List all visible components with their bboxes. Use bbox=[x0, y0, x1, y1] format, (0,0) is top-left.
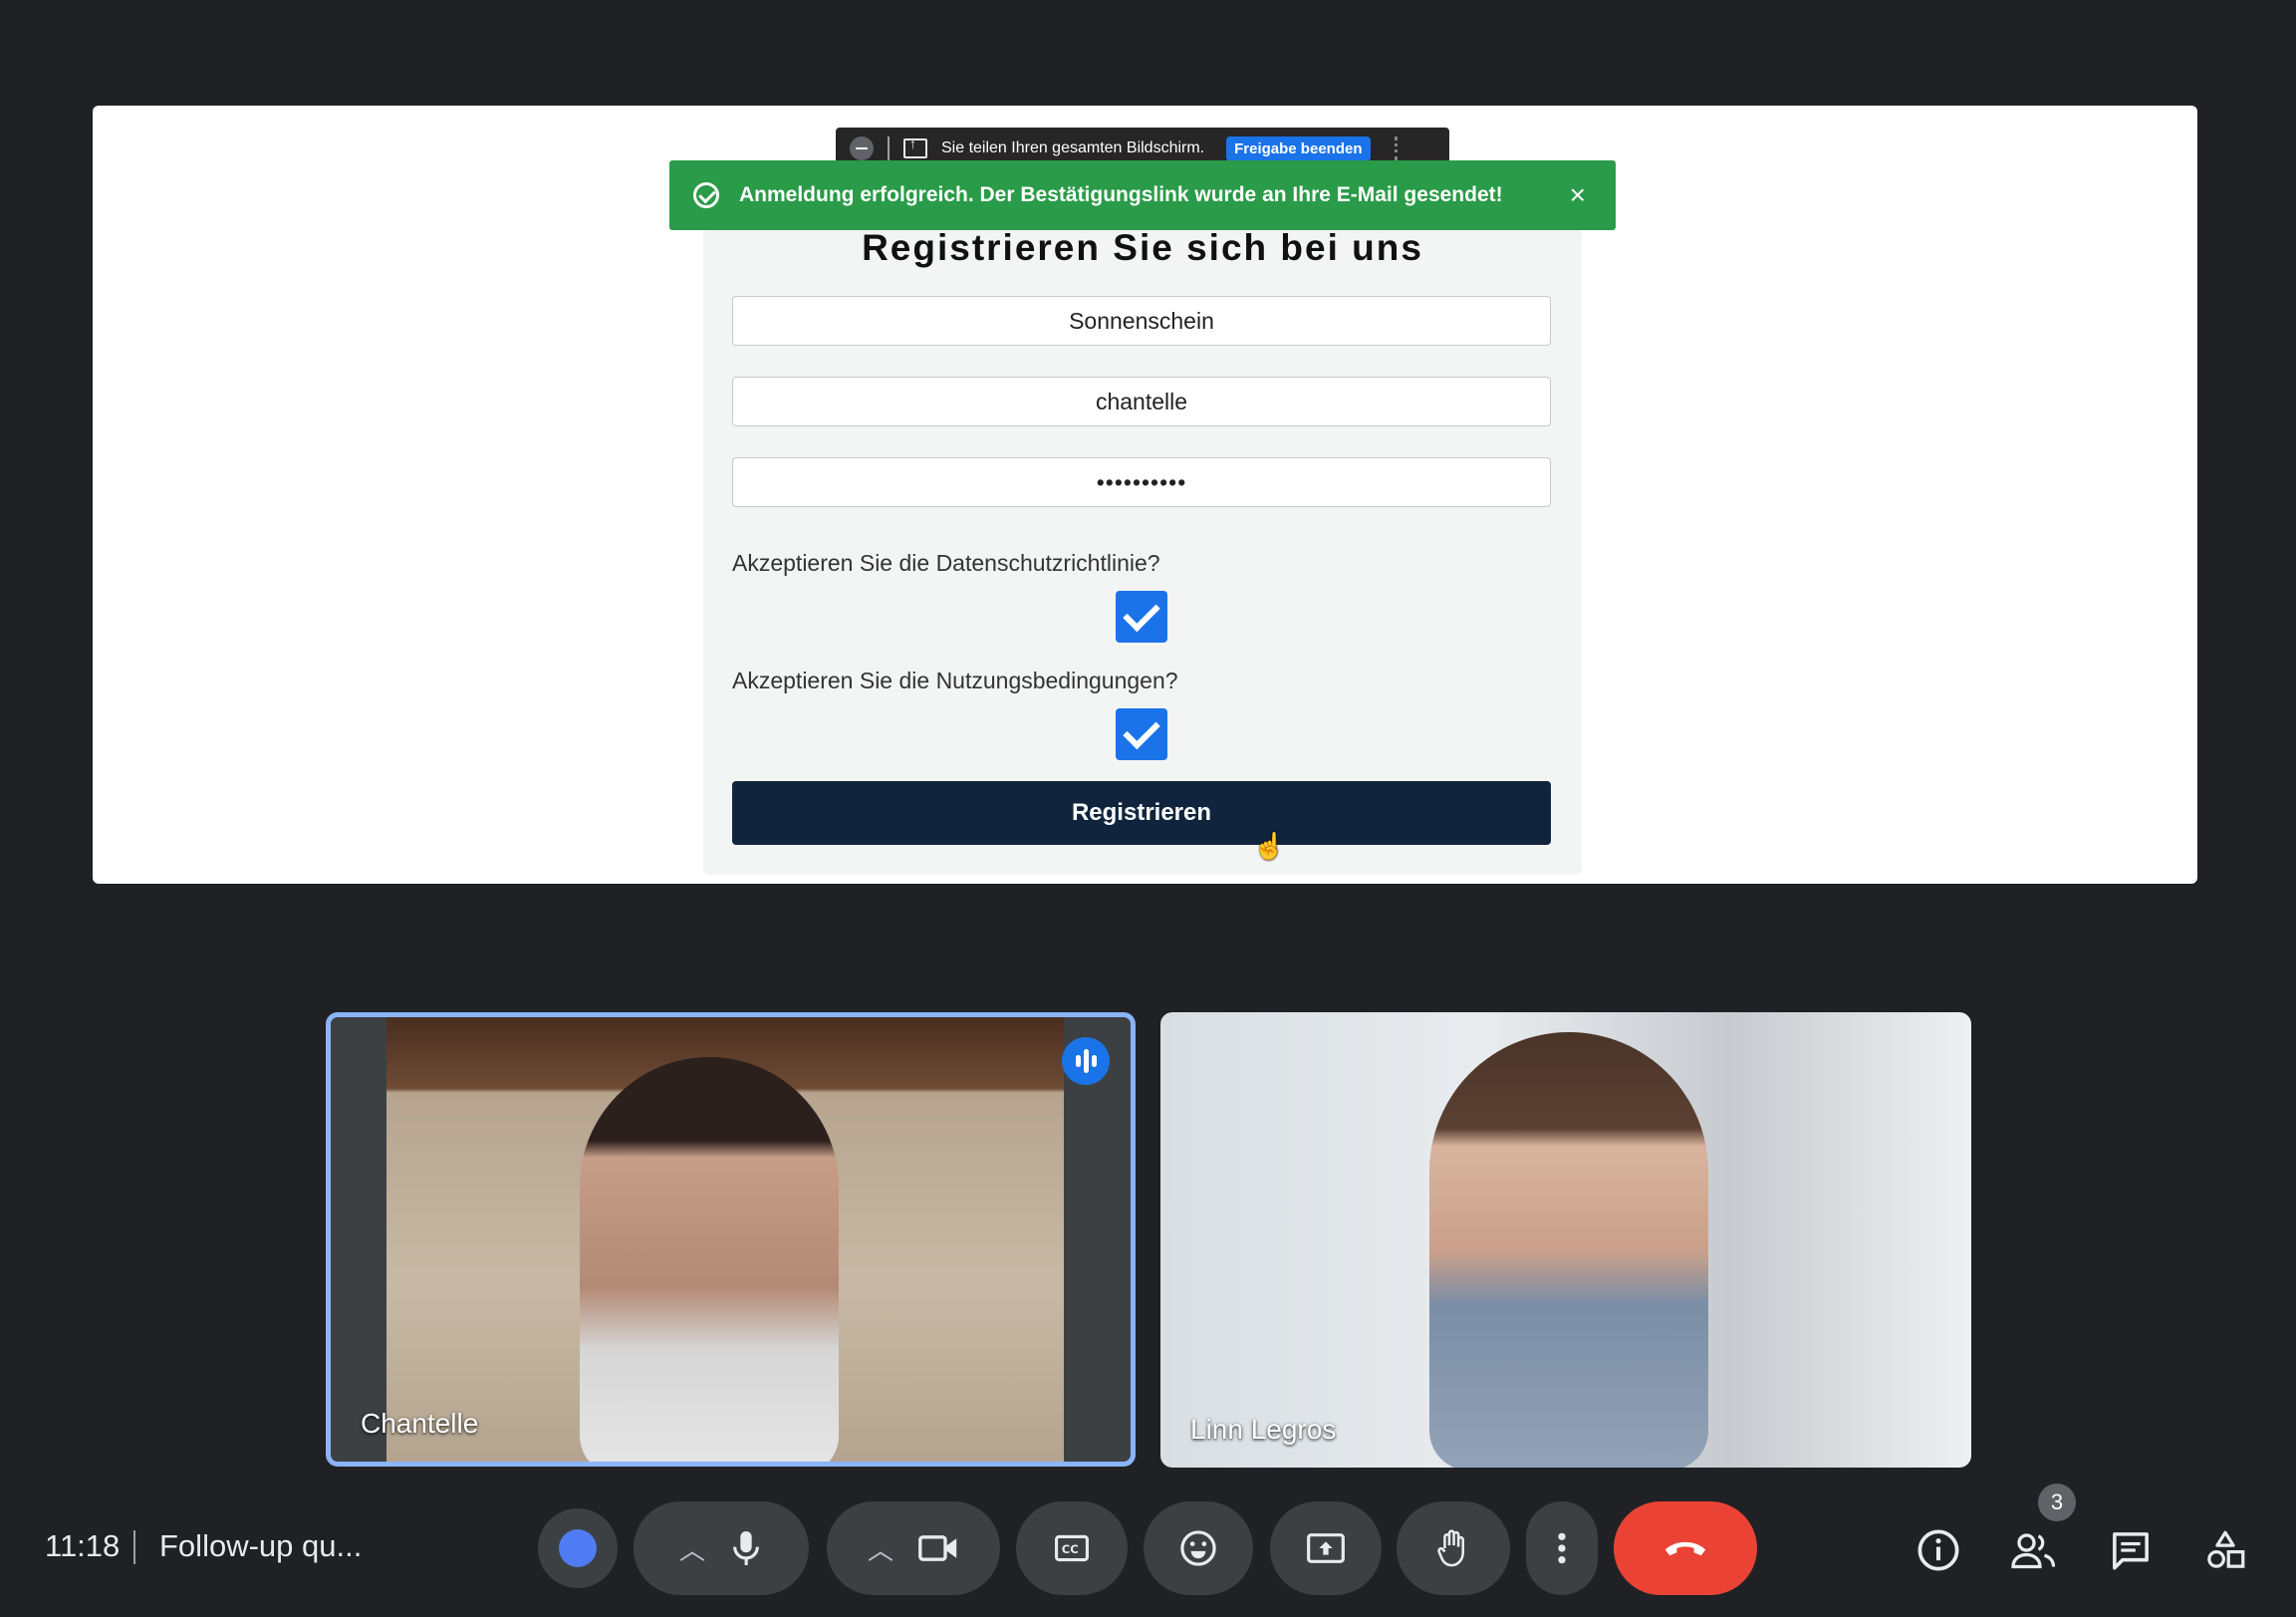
drag-handle-icon[interactable] bbox=[1394, 136, 1401, 160]
hang-up-icon bbox=[1664, 1541, 1706, 1556]
username-input[interactable]: chantelle bbox=[732, 377, 1551, 426]
leave-call-button[interactable] bbox=[1614, 1501, 1757, 1595]
check-circle-icon bbox=[693, 182, 719, 208]
success-toast: Anmeldung erfolgreich. Der Bestätigungsl… bbox=[669, 160, 1616, 230]
more-vert-icon bbox=[1558, 1532, 1566, 1564]
privacy-checkbox[interactable] bbox=[1116, 591, 1167, 643]
info-icon bbox=[1917, 1529, 1959, 1571]
microphone-button[interactable]: ︿ bbox=[634, 1501, 809, 1595]
raise-hand-button[interactable] bbox=[1397, 1501, 1510, 1595]
terms-question: Akzeptieren Sie die Nutzungsbedingungen? bbox=[732, 668, 1178, 693]
present-screen-icon bbox=[1307, 1533, 1345, 1563]
captions-button[interactable]: CC bbox=[1016, 1501, 1128, 1595]
minimize-icon[interactable] bbox=[850, 136, 874, 160]
closed-captions-icon: CC bbox=[1055, 1534, 1089, 1562]
divider bbox=[888, 136, 890, 160]
hand-icon bbox=[1437, 1529, 1464, 1567]
close-icon[interactable]: × bbox=[1570, 179, 1586, 211]
reactions-button[interactable] bbox=[538, 1508, 618, 1588]
svg-text:CC: CC bbox=[1062, 1542, 1079, 1556]
divider bbox=[133, 1530, 135, 1564]
privacy-question: Akzeptieren Sie die Datenschutzrichtlini… bbox=[732, 550, 1160, 576]
terms-checkbox[interactable] bbox=[1116, 708, 1167, 760]
participant-figure bbox=[1429, 1032, 1708, 1468]
register-button[interactable]: Registrieren bbox=[732, 781, 1551, 845]
meeting-details-button[interactable] bbox=[1911, 1522, 1966, 1578]
chat-button[interactable] bbox=[2103, 1522, 2159, 1578]
stop-sharing-button[interactable]: Freigabe beenden bbox=[1226, 135, 1371, 161]
microphone-icon bbox=[733, 1531, 759, 1565]
present-now-button[interactable] bbox=[1270, 1501, 1382, 1595]
activities-button[interactable] bbox=[2197, 1522, 2253, 1578]
chevron-up-icon[interactable]: ︿ bbox=[679, 1530, 705, 1567]
participant-name: Chantelle bbox=[361, 1408, 479, 1439]
participant-tile-chantelle[interactable]: Chantelle bbox=[326, 1012, 1136, 1467]
first-name-input[interactable]: Sonnenschein bbox=[732, 296, 1551, 346]
password-input[interactable]: •••••••••• bbox=[732, 457, 1551, 507]
speaking-indicator-icon bbox=[1062, 1037, 1110, 1085]
form-title: Registrieren Sie sich bei uns bbox=[862, 227, 1423, 268]
people-button[interactable] bbox=[2006, 1522, 2062, 1578]
participant-name: Linn Legros bbox=[1190, 1414, 1337, 1445]
participant-count-badge: 3 bbox=[2038, 1483, 2076, 1521]
toast-message: Anmeldung erfolgreich. Der Bestätigungsl… bbox=[739, 183, 1503, 206]
clock: 11:18 bbox=[45, 1528, 121, 1563]
participant-tile-linn[interactable]: Linn Legros bbox=[1160, 1012, 1971, 1468]
more-options-button[interactable] bbox=[1526, 1501, 1598, 1595]
emoji-reactions-button[interactable] bbox=[1144, 1501, 1253, 1595]
share-message: Sie teilen Ihren gesamten Bildschirm. bbox=[941, 139, 1205, 156]
present-screen-icon bbox=[903, 135, 927, 158]
hand-cursor-icon: ☝ bbox=[1253, 831, 1286, 861]
shapes-icon bbox=[2207, 1530, 2245, 1568]
chat-icon bbox=[2113, 1532, 2149, 1570]
video-camera-icon bbox=[918, 1535, 957, 1561]
people-icon bbox=[2011, 1533, 2056, 1569]
camera-button[interactable]: ︿ bbox=[827, 1501, 1000, 1595]
participant-figure bbox=[580, 1057, 839, 1462]
chevron-up-icon[interactable]: ︿ bbox=[868, 1530, 893, 1567]
meeting-title: Follow-up qu... bbox=[159, 1528, 363, 1563]
emoji-icon bbox=[1180, 1530, 1216, 1566]
